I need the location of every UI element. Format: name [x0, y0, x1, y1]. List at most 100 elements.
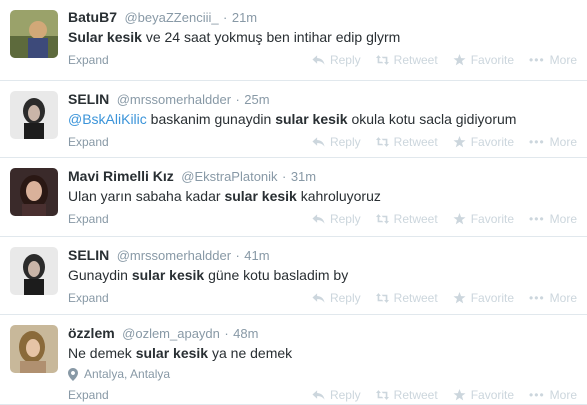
retweet-button[interactable]: Retweet — [376, 388, 438, 402]
retweet-label: Retweet — [393, 53, 438, 67]
favorite-button[interactable]: Favorite — [453, 135, 514, 149]
retweet-label: Retweet — [393, 291, 438, 305]
more-button[interactable]: ••• More — [529, 212, 577, 226]
retweet-button[interactable]: Retweet — [376, 212, 438, 226]
reply-button[interactable]: Reply — [312, 291, 361, 305]
avatar[interactable] — [10, 325, 58, 373]
expand-link[interactable]: Expand — [68, 53, 109, 67]
reply-button[interactable]: Reply — [312, 388, 361, 402]
retweet-button[interactable]: Retweet — [376, 291, 438, 305]
tweet-username[interactable]: @EkstraPlatonik — [181, 169, 277, 184]
tweet-text: @BskAliKilic baskanim gunaydin sular kes… — [68, 110, 577, 129]
expand-link[interactable]: Expand — [68, 291, 109, 305]
retweet-label: Retweet — [393, 388, 438, 402]
tweet-fullname[interactable]: SELIN — [68, 247, 109, 263]
tweet-time[interactable]: 21m — [232, 10, 257, 25]
tweet-item[interactable]: özzlem @ozlem_apaydn · 48m Ne demek sula… — [0, 315, 587, 405]
retweet-label: Retweet — [393, 135, 438, 149]
reply-button[interactable]: Reply — [312, 53, 361, 67]
tweet-fullname[interactable]: özzlem — [68, 325, 115, 341]
reply-label: Reply — [329, 212, 361, 226]
tweet-text-pre: Gunaydin — [68, 267, 132, 283]
tweet-time[interactable]: 25m — [244, 92, 269, 107]
retweet-button[interactable]: Retweet — [376, 53, 438, 67]
separator: · — [224, 326, 229, 341]
reply-icon — [312, 213, 325, 225]
retweet-icon — [376, 292, 389, 304]
tweet-item[interactable]: BatuB7 @beyaZZenciii_ · 21m Sular kesik … — [0, 0, 587, 81]
tweet-text-pre: baskanim gunaydin — [146, 111, 276, 127]
expand-link[interactable]: Expand — [68, 212, 109, 226]
favorite-button[interactable]: Favorite — [453, 388, 514, 402]
tweet-item[interactable]: SELIN @mrssomerhaldder · 41m Gunaydin su… — [0, 237, 587, 315]
more-dots-icon: ••• — [529, 135, 545, 149]
favorite-label: Favorite — [470, 291, 515, 305]
location-pin-icon — [68, 367, 78, 381]
tweet-text-post: güne kotu basladim by — [204, 267, 349, 283]
tweet-username[interactable]: @mrssomerhaldder — [117, 92, 231, 107]
favorite-button[interactable]: Favorite — [453, 53, 514, 67]
separator: · — [282, 169, 287, 184]
more-dots-icon: ••• — [529, 212, 545, 226]
retweet-button[interactable]: Retweet — [376, 135, 438, 149]
location-label[interactable]: Antalya, Antalya — [84, 366, 170, 382]
separator: · — [235, 92, 240, 107]
keyword-highlight: sular kesik — [135, 345, 209, 361]
tweet-item[interactable]: Mavi Rimelli Kız @EkstraPlatonik · 31m U… — [0, 158, 587, 237]
tweet-text: Gunaydin sular kesik güne kotu basladim … — [68, 266, 577, 285]
favorite-star-icon — [453, 136, 466, 148]
more-button[interactable]: ••• More — [529, 291, 577, 305]
avatar[interactable] — [10, 168, 58, 216]
favorite-button[interactable]: Favorite — [453, 291, 514, 305]
reply-label: Reply — [329, 53, 361, 67]
retweet-label: Retweet — [393, 212, 438, 226]
tweet-item[interactable]: SELIN @mrssomerhaldder · 25m @BskAliKili… — [0, 81, 587, 158]
reply-button[interactable]: Reply — [312, 212, 361, 226]
expand-link[interactable]: Expand — [68, 135, 109, 149]
more-button[interactable]: ••• More — [529, 53, 577, 67]
more-button[interactable]: ••• More — [529, 388, 577, 402]
separator: · — [235, 248, 240, 263]
tweet-text-pre: Ne demek — [68, 345, 136, 361]
tweet-username[interactable]: @mrssomerhaldder — [117, 248, 231, 263]
favorite-label: Favorite — [470, 135, 515, 149]
tweet-fullname[interactable]: Mavi Rimelli Kız — [68, 168, 174, 184]
favorite-star-icon — [453, 54, 466, 66]
reply-button[interactable]: Reply — [312, 135, 361, 149]
tweet-time[interactable]: 31m — [291, 169, 316, 184]
tweet-text: Sular kesik ve 24 saat yokmuş ben intiha… — [68, 28, 577, 47]
reply-label: Reply — [329, 135, 361, 149]
tweet-username[interactable]: @beyaZZenciii_ — [124, 10, 218, 25]
tweet-time[interactable]: 48m — [233, 326, 258, 341]
expand-link[interactable]: Expand — [68, 388, 109, 402]
tweet-fullname[interactable]: BatuB7 — [68, 9, 117, 25]
more-dots-icon: ••• — [529, 53, 545, 67]
tweet-fullname[interactable]: SELIN — [68, 91, 109, 107]
tweet-text-post: ya ne demek — [208, 345, 293, 361]
more-dots-icon: ••• — [529, 291, 545, 305]
favorite-label: Favorite — [470, 388, 515, 402]
tweet-feed: BatuB7 @beyaZZenciii_ · 21m Sular kesik … — [0, 0, 587, 405]
tweet-text-post: okula kotu sacla gidiyorum — [347, 111, 517, 127]
tweet-location[interactable]: Antalya, Antalya — [68, 366, 577, 382]
reply-icon — [312, 54, 325, 66]
reply-icon — [312, 389, 325, 401]
more-button[interactable]: ••• More — [529, 135, 577, 149]
retweet-icon — [376, 389, 389, 401]
avatar[interactable] — [10, 91, 58, 139]
tweet-time[interactable]: 41m — [244, 248, 269, 263]
reply-label: Reply — [329, 388, 361, 402]
retweet-icon — [376, 213, 389, 225]
avatar[interactable] — [10, 10, 58, 58]
favorite-button[interactable]: Favorite — [453, 212, 514, 226]
reply-label: Reply — [329, 291, 361, 305]
tweet-username[interactable]: @ozlem_apaydn — [122, 326, 220, 341]
mention-link[interactable]: @BskAliKilic — [68, 111, 147, 127]
keyword-highlight: sular kesik — [131, 267, 205, 283]
keyword-highlight: sular kesik — [275, 111, 348, 127]
more-label: More — [549, 212, 577, 226]
retweet-icon — [376, 136, 389, 148]
avatar[interactable] — [10, 247, 58, 295]
tweet-text: Ne demek sular kesik ya ne demek — [68, 344, 577, 363]
favorite-star-icon — [453, 389, 466, 401]
